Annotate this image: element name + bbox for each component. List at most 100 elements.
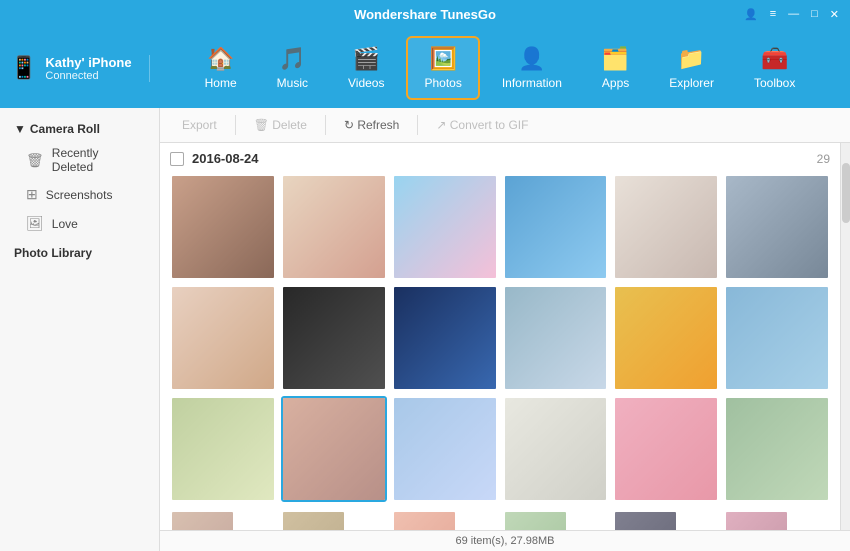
date-header: 2016-08-24 29: [170, 151, 830, 166]
status-bar: 69 item(s), 27.98MB: [160, 530, 850, 551]
device-name: Kathy' iPhone: [45, 55, 131, 70]
photo-image: [505, 398, 607, 500]
photo-thumb[interactable]: [392, 174, 498, 280]
photo-thumb[interactable]: [724, 510, 789, 530]
photo-thumb[interactable]: [281, 396, 387, 502]
sidebar-label-recently-deleted: Recently Deleted: [52, 146, 143, 174]
sidebar-item-photo-library[interactable]: Photo Library: [0, 238, 159, 268]
user-icon[interactable]: 👤: [741, 7, 761, 22]
menu-icon[interactable]: ≡: [767, 7, 779, 21]
photo-image: [172, 512, 233, 530]
title-bar: Wondershare TunesGo 👤 ≡ — □ ✕: [0, 0, 850, 28]
sidebar-item-screenshots[interactable]: ⊞ Screenshots: [0, 180, 159, 209]
photo-thumb[interactable]: [613, 510, 678, 530]
photo-image: [726, 176, 828, 278]
nav-tab-home[interactable]: 🏠 Home: [187, 36, 255, 100]
photo-thumb[interactable]: [724, 396, 830, 502]
photo-image: [394, 398, 496, 500]
status-text: 69 item(s), 27.98MB: [455, 535, 554, 547]
nav-bar: 📱 Kathy' iPhone Connected 🏠 Home 🎵 Music…: [0, 28, 850, 108]
date-checkbox[interactable]: [170, 152, 184, 166]
nav-tabs: 🏠 Home 🎵 Music 🎬 Videos 🖼️ Photos 👤 Info…: [160, 36, 840, 100]
photo-image: [172, 398, 274, 500]
maximize-button[interactable]: □: [808, 7, 821, 21]
photo-image: [726, 398, 828, 500]
photo-image: [394, 512, 455, 530]
photo-thumb[interactable]: [724, 174, 830, 280]
photo-thumb[interactable]: [503, 510, 568, 530]
export-button[interactable]: Export: [170, 114, 229, 136]
main-layout: ▼ Camera Roll 🗑 Recently Deleted ⊞ Scree…: [0, 108, 850, 551]
device-status: Connected: [45, 70, 131, 82]
photo-image: [505, 287, 607, 389]
date-count: 29: [817, 152, 830, 166]
date-label: 2016-08-24: [192, 151, 259, 166]
photo-thumb[interactable]: [170, 396, 276, 502]
photo-image: [726, 287, 828, 389]
nav-tab-apps[interactable]: 🗂️ Apps: [584, 36, 647, 100]
photo-image: [726, 512, 787, 530]
photo-thumb[interactable]: [724, 285, 830, 391]
close-button[interactable]: ✕: [827, 7, 842, 22]
device-icon: 📱: [10, 55, 37, 81]
nav-tab-music[interactable]: 🎵 Music: [259, 36, 326, 100]
sidebar-item-recently-deleted[interactable]: 🗑 Recently Deleted: [0, 140, 159, 180]
nav-tab-information[interactable]: 👤 Information: [484, 36, 580, 100]
nav-tab-explorer[interactable]: 📁 Explorer: [651, 36, 732, 100]
photo-thumb[interactable]: [503, 285, 609, 391]
convert-gif-button[interactable]: ↗ Convert to GIF: [424, 114, 540, 136]
photo-area-wrapper: 2016-08-24 29: [160, 143, 850, 530]
scrollbar-track[interactable]: [840, 143, 850, 530]
photo-thumb[interactable]: [392, 510, 457, 530]
toolbox-icon: 🧰: [761, 46, 788, 72]
photo-thumb[interactable]: [170, 285, 276, 391]
nav-tab-label-photos: Photos: [424, 76, 461, 90]
photo-image: [394, 176, 496, 278]
nav-tab-photos[interactable]: 🖼️ Photos: [406, 36, 479, 100]
photo-thumb[interactable]: [613, 396, 719, 502]
nav-tab-label-apps: Apps: [602, 76, 629, 90]
explorer-icon: 📁: [678, 46, 705, 72]
minimize-button[interactable]: —: [785, 7, 802, 21]
photo-thumb[interactable]: [503, 396, 609, 502]
photo-image: [615, 512, 676, 530]
photo-thumb[interactable]: [503, 174, 609, 280]
apps-icon: 🗂️: [602, 46, 629, 72]
refresh-button[interactable]: ↻ Refresh: [332, 114, 411, 136]
photo-image: [283, 512, 344, 530]
screenshots-icon: ⊞: [26, 186, 38, 203]
sidebar-group-camera-roll[interactable]: ▼ Camera Roll: [0, 118, 159, 140]
photo-image: [283, 176, 385, 278]
photo-image: [615, 287, 717, 389]
photo-thumb[interactable]: [281, 510, 346, 530]
sidebar-item-love[interactable]: 🖼 Love: [0, 209, 159, 238]
home-icon: 🏠: [207, 46, 234, 72]
nav-tab-toolbox[interactable]: 🧰 Toolbox: [736, 36, 813, 100]
love-icon: 🖼: [26, 215, 44, 232]
photo-thumb[interactable]: [281, 285, 387, 391]
photo-image: [394, 287, 496, 389]
photo-image: [172, 287, 274, 389]
photo-thumb[interactable]: [170, 174, 276, 280]
photo-grid-area[interactable]: 2016-08-24 29: [160, 143, 840, 530]
photo-thumb[interactable]: [281, 174, 387, 280]
photo-thumb[interactable]: [170, 510, 235, 530]
toolbar-divider-2: [325, 115, 326, 135]
photo-thumb[interactable]: [392, 396, 498, 502]
app-title: Wondershare TunesGo: [354, 7, 496, 22]
nav-tab-label-home: Home: [205, 76, 237, 90]
chevron-down-icon: ▼: [14, 122, 26, 136]
nav-tab-videos[interactable]: 🎬 Videos: [330, 36, 402, 100]
recently-deleted-icon: 🗑: [26, 152, 44, 169]
delete-button[interactable]: 🗑 Delete: [242, 114, 319, 136]
photo-thumb[interactable]: [392, 285, 498, 391]
window-controls[interactable]: 👤 ≡ — □ ✕: [741, 7, 842, 22]
photo-thumb[interactable]: [613, 285, 719, 391]
music-icon: 🎵: [279, 46, 306, 72]
photo-thumb[interactable]: [613, 174, 719, 280]
scrollbar-thumb[interactable]: [842, 163, 850, 223]
information-icon: 👤: [518, 46, 545, 72]
content-area: Export 🗑 Delete ↻ Refresh ↗ Convert to G…: [160, 108, 850, 551]
nav-tab-label-videos: Videos: [348, 76, 384, 90]
photos-icon: 🖼️: [429, 46, 456, 72]
